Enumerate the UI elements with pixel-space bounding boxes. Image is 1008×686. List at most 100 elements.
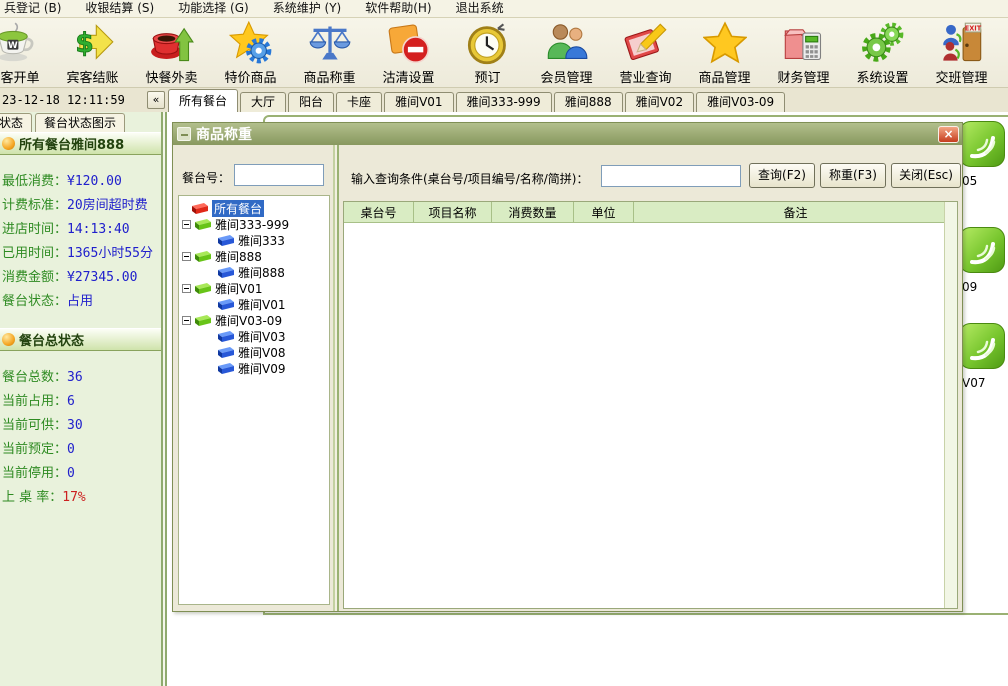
blue-table-icon [217, 362, 235, 375]
tab-room-333-999[interactable]: 雅间333-999 [456, 92, 552, 112]
table-tile-label: V07 [958, 376, 1006, 390]
toolbar-button-special-items[interactable]: 特价商品 [211, 18, 290, 87]
scales-icon [307, 20, 353, 66]
toolbar-button-shift-manage[interactable]: EXIT 交班管理 [922, 18, 1001, 87]
members-icon [544, 20, 590, 66]
info-row: 最低消费：¥120.00 [2, 170, 161, 188]
tab-hall[interactable]: 大厅 [240, 92, 286, 112]
red-table-icon [191, 202, 209, 215]
tab-room-v03-09[interactable]: 雅间V03-09 [696, 92, 785, 112]
tab-room-888[interactable]: 雅间888 [554, 92, 623, 112]
toolbar-label: 快餐外卖 [145, 67, 197, 86]
menu-item-help[interactable]: 软件帮助(H) [353, 0, 443, 17]
toolbar-label: 沽清设置 [382, 67, 434, 86]
tree-node-table[interactable]: 雅间333 [179, 232, 329, 248]
tree-node-all-tables[interactable]: 所有餐台 [179, 200, 329, 216]
toolbar-label: 营业查询 [619, 67, 671, 86]
info-row: 当前预定：0 [2, 438, 161, 456]
col-item-name: 项目名称 [414, 202, 492, 222]
app-window: 兵登记 (B) 收银结算 (S) 功能选择 (G) 系统维护 (Y) 软件帮助(… [0, 0, 1008, 686]
table-tile[interactable]: V07 [958, 322, 1006, 390]
sidebar-subtabs: 状态 餐台状态图示 [0, 113, 125, 132]
collapse-sidebar-button[interactable]: « [147, 91, 165, 109]
svg-text:EXIT: EXIT [964, 24, 981, 32]
collapse-expander-icon[interactable] [182, 220, 191, 229]
menu-item-exit[interactable]: 退出系统 [444, 0, 516, 17]
sales-query-icon [623, 20, 669, 66]
tree-node-table[interactable]: 雅间V03 [179, 328, 329, 344]
col-unit: 单位 [574, 202, 634, 222]
section-title: 所有餐台雅间888 [19, 134, 124, 153]
tree-node-group[interactable]: 雅间333-999 [179, 216, 329, 232]
total-status-section-header: 餐台总状态 [0, 328, 161, 351]
tree-node-table[interactable]: 雅间888 [179, 264, 329, 280]
orange-ball-icon [2, 137, 15, 150]
tab-booth[interactable]: 卡座 [336, 92, 382, 112]
info-row-occupancy-rate: 上 桌 率：17% [2, 486, 161, 504]
info-row: 已用时间：1365小时55分 [2, 242, 161, 260]
grid-header-row: 桌台号 项目名称 消费数量 单位 备注 [344, 202, 957, 223]
table-leaf-icon [958, 120, 1006, 168]
menu-item-maintenance[interactable]: 系统维护 (Y) [261, 0, 354, 17]
table-tree: 所有餐台 雅间333-999 雅间333 雅 [178, 195, 330, 605]
current-table-section-header: 所有餐台雅间888 [0, 132, 161, 155]
table-area-tabbar: 23-12-18 12:11:59 « 所有餐台 大厅 阳台 卡座 雅间V01 … [0, 88, 1008, 112]
weigh-button[interactable]: 称重(F3) [820, 163, 886, 188]
toolbar-button-sales-query[interactable]: 营业查询 [606, 18, 685, 87]
green-table-icon [194, 250, 212, 263]
toolbar-button-weigh[interactable]: 商品称重 [290, 18, 369, 87]
gears-icon [860, 20, 906, 66]
query-input[interactable] [601, 165, 741, 187]
menu-item-functions[interactable]: 功能选择 (G) [166, 0, 260, 17]
tree-node-table[interactable]: 雅间V08 [179, 344, 329, 360]
subtab-status-diagram[interactable]: 餐台状态图示 [35, 113, 125, 132]
toolbar-button-soldout-settings[interactable]: 沽清设置 [369, 18, 448, 87]
tree-node-group[interactable]: 雅间888 [179, 248, 329, 264]
info-row: 计费标准：20房间超时费 [2, 194, 161, 212]
toolbar-button-takeout[interactable]: 快餐外卖 [132, 18, 211, 87]
info-row: 当前停用：0 [2, 462, 161, 480]
table-tile[interactable]: 05 [958, 120, 1006, 188]
tab-all-tables[interactable]: 所有餐台 [168, 89, 238, 112]
orange-ball-icon [2, 333, 15, 346]
toolbar-button-members[interactable]: 会员管理 [527, 18, 606, 87]
toolbar-button-system-settings[interactable]: 系统设置 [843, 18, 922, 87]
tab-room-v02[interactable]: 雅间V02 [625, 92, 694, 112]
toolbar-label: 预订 [474, 67, 500, 86]
tree-node-group[interactable]: 雅间V01 [179, 280, 329, 296]
toolbar-button-checkout[interactable]: $ 宾客结账 [53, 18, 132, 87]
grid-scrollbar[interactable] [944, 202, 957, 608]
toolbar-button-reservation[interactable]: 预订 [448, 18, 527, 87]
table-no-label: 餐台号： [182, 169, 230, 186]
table-no-input[interactable] [234, 164, 324, 186]
close-icon[interactable]: × [938, 126, 959, 143]
dialog-splitter[interactable] [333, 145, 339, 611]
query-button[interactable]: 查询(F2) [749, 163, 815, 188]
dialog-titlebar[interactable]: 商品称重 × [173, 123, 962, 145]
tab-room-v01[interactable]: 雅间V01 [384, 92, 453, 112]
toolbar-button-finance[interactable]: 财务管理 [764, 18, 843, 87]
collapse-expander-icon[interactable] [182, 284, 191, 293]
toolbar-button-product-manage[interactable]: 商品管理 [685, 18, 764, 87]
subtab-status[interactable]: 状态 [0, 113, 32, 132]
collapse-expander-icon[interactable] [182, 252, 191, 261]
tree-node-group[interactable]: 雅间V03-09 [179, 312, 329, 328]
sidebar-separator [161, 112, 167, 686]
green-table-icon [194, 282, 212, 295]
collapse-expander-icon[interactable] [182, 316, 191, 325]
datetime-display: 23-12-18 12:11:59 [2, 93, 125, 107]
close-button[interactable]: 关闭(Esc) [891, 163, 961, 188]
tree-node-table[interactable]: 雅间V01 [179, 296, 329, 312]
info-row: 消费金额：¥27345.00 [2, 266, 161, 284]
shift-exit-icon: EXIT [939, 20, 985, 66]
toolbar-button-open-order[interactable]: W 顾客开单 [0, 18, 53, 87]
tree-node-table[interactable]: 雅间V09 [179, 360, 329, 376]
svg-text:W: W [8, 41, 18, 51]
tab-balcony[interactable]: 阳台 [288, 92, 334, 112]
table-tile-label: 05 [958, 174, 1006, 188]
dialog-icon [177, 127, 191, 141]
table-tile[interactable]: 09 [958, 226, 1006, 294]
menu-item-cashier[interactable]: 收银结算 (S) [73, 0, 166, 17]
toolbar-label: 交班管理 [935, 67, 987, 86]
menu-item-login[interactable]: 兵登记 (B) [0, 0, 73, 17]
